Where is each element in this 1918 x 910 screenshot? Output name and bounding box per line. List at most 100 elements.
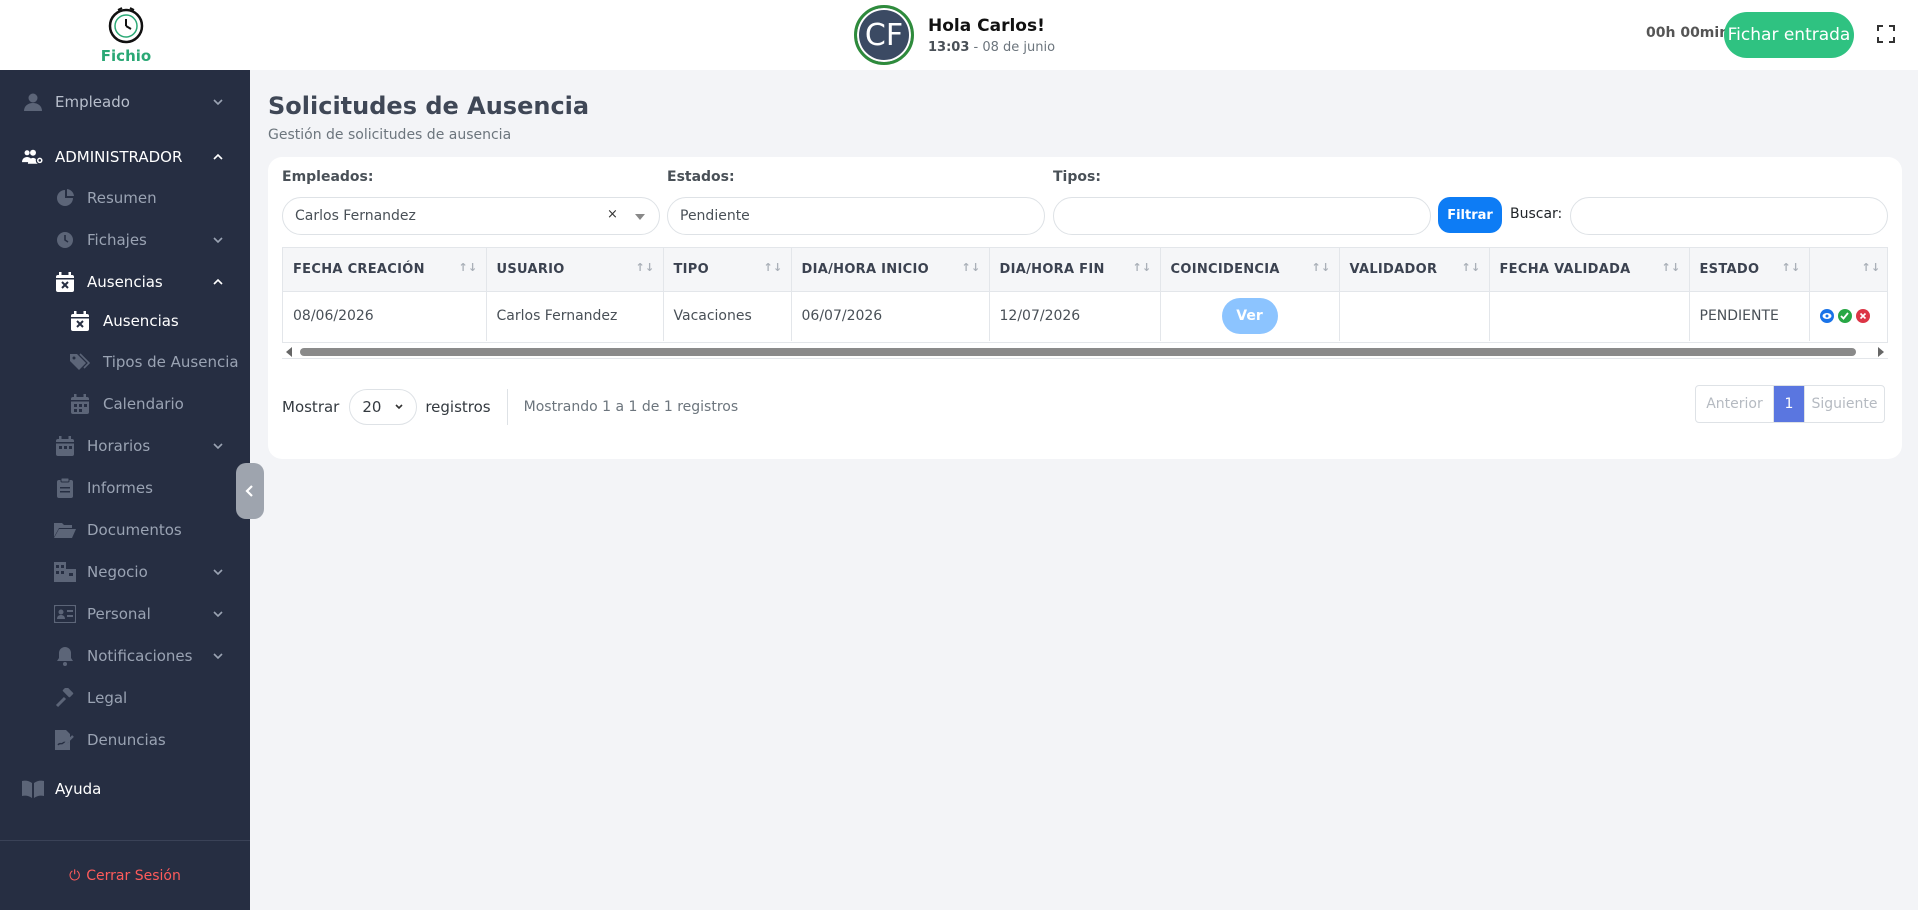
logout-button[interactable]: ⏻ Cerrar Sesión [0,840,250,910]
col-tipo[interactable]: TIPO ↑↓ [663,248,792,292]
sidebar-item-label: Ausencias [87,273,163,291]
sidebar-item-label: Denuncias [87,731,166,749]
table-row: 08/06/2026 Carlos Fernandez Vacaciones 0… [283,291,1887,341]
search-input[interactable] [1570,197,1888,235]
sidebar-item-legal[interactable]: Legal [0,682,250,714]
column-label: FECHA CREACIÓN [293,261,425,277]
worked-time: 00h 00min [1646,25,1730,41]
sidebar-collapse-toggle[interactable] [236,463,264,519]
states-label: Estados: [667,169,735,185]
clock-in-button[interactable]: Fichar entrada [1724,12,1854,58]
column-label: ESTADO [1699,261,1760,277]
gavel-icon [54,687,76,709]
current-datetime: 13:03 - 08 de junio [928,40,1055,55]
calendar-x-icon [54,271,76,293]
tags-icon [69,351,91,373]
user-icon [22,91,44,113]
sidebar-item-ausencias-sub[interactable]: Ausencias [0,305,250,337]
col-validador[interactable]: VALIDADOR ↑↓ [1339,248,1490,292]
scroll-left-arrow-icon[interactable] [286,347,292,357]
column-label: TIPO [673,261,709,277]
scrollbar-thumb[interactable] [300,348,1856,356]
chevron-down-icon [213,653,223,660]
cell-user: Carlos Fernandez [486,291,664,341]
sidebar-item-label: Empleado [55,93,130,111]
sidebar-item-personal[interactable]: Personal [0,598,250,630]
types-select[interactable] [1053,197,1431,235]
col-fecha-creacion[interactable]: FECHA CREACIÓN ↑↓ [283,248,487,292]
logout-label: Cerrar Sesión [86,867,181,884]
sidebar-item-horarios[interactable]: Horarios [0,430,250,462]
col-dia-hora-inicio[interactable]: DIA/HORA INICIO ↑↓ [791,248,990,292]
sort-icon: ↑↓ [1861,261,1881,274]
table-footer: Mostrar 20 registros Mostrando 1 a 1 de … [282,389,738,425]
clear-selection-icon[interactable]: × [607,207,618,222]
calendar-icon [69,393,91,415]
sidebar-item-empleado[interactable]: Empleado [0,86,250,118]
app-logo[interactable]: Fichio [100,6,152,64]
chevron-down-icon [213,611,223,618]
page-length-select[interactable]: 20 [349,389,418,425]
caret-down-icon[interactable] [635,214,645,220]
page-length-value: 20 [362,398,382,416]
sort-icon: ↑↓ [1311,261,1331,274]
sidebar-item-label: Documentos [87,521,182,539]
approve-check-icon[interactable] [1837,309,1852,324]
cell-actions [1809,291,1887,341]
power-icon: ⏻ [69,867,81,884]
sidebar-item-denuncias[interactable]: Denuncias [0,724,250,756]
col-coincidencia[interactable]: COINCIDENCIA ↑↓ [1160,248,1340,292]
calendar-x-icon [69,310,91,332]
sidebar-item-tipos-ausencia[interactable]: Tipos de Ausencia [0,346,250,378]
types-label: Tipos: [1053,169,1101,185]
sidebar-item-documentos[interactable]: Documentos [0,514,250,546]
sidebar-item-resumen[interactable]: Resumen [0,182,250,214]
pagination-page-1[interactable]: 1 [1774,386,1804,422]
sidebar-item-informes[interactable]: Informes [0,472,250,504]
sidebar-item-calendario[interactable]: Calendario [0,388,250,420]
sidebar-item-label: Personal [87,605,151,623]
chevron-up-icon [213,153,223,160]
reject-x-icon[interactable] [1855,309,1870,324]
column-label: VALIDADOR [1349,261,1438,277]
pagination-previous[interactable]: Anterior [1696,386,1774,422]
col-dia-hora-fin[interactable]: DIA/HORA FIN ↑↓ [989,248,1161,292]
sidebar-item-label: Notificaciones [87,647,193,665]
col-estado[interactable]: ESTADO ↑↓ [1689,248,1810,292]
cell-match: Ver [1160,291,1340,341]
col-usuario[interactable]: USUARIO ↑↓ [486,248,664,292]
clipboard-icon [54,477,76,499]
id-card-icon [54,603,76,625]
sidebar-item-label: Ausencias [103,312,179,330]
horizontal-scrollbar[interactable] [282,343,1888,359]
employees-select[interactable]: Carlos Fernandez × [282,197,660,235]
employees-label: Empleados: [282,169,374,185]
filter-button[interactable]: Filtrar [1438,197,1502,233]
requests-card: Empleados: Carlos Fernandez × Estados: T… [268,157,1902,459]
view-match-button[interactable]: Ver [1221,298,1278,335]
pagination-next[interactable]: Siguiente [1804,386,1884,422]
page-subtitle: Gestión de solicitudes de ausencia [268,127,512,143]
book-open-icon [22,778,44,800]
fullscreen-icon[interactable] [1876,24,1896,44]
scroll-right-arrow-icon[interactable] [1878,347,1884,357]
sidebar-item-label: Fichajes [87,231,147,249]
divider [506,389,508,425]
view-eye-icon[interactable] [1819,309,1834,324]
sidebar-item-label: Horarios [87,437,151,455]
sidebar-item-negocio[interactable]: Negocio [0,556,250,588]
sidebar-item-ayuda[interactable]: Ayuda [0,773,250,805]
states-select[interactable] [667,197,1045,235]
avatar[interactable]: CF [854,5,914,65]
col-fecha-validada[interactable]: FECHA VALIDADA ↑↓ [1489,248,1690,292]
show-label: Mostrar [282,398,340,416]
sidebar-item-notificaciones[interactable]: Notificaciones [0,640,250,672]
sidebar-item-label: Negocio [87,563,148,581]
sidebar-item-fichajes[interactable]: Fichajes [0,224,250,256]
col-acciones[interactable]: ↑↓ [1809,248,1887,292]
clock-logo-icon [108,7,144,44]
folder-open-icon [54,519,76,541]
sidebar-item-ausencias[interactable]: Ausencias [0,266,250,298]
sort-icon: ↑↓ [635,261,655,274]
sidebar-item-administrador[interactable]: ADMINISTRADOR [0,141,250,173]
